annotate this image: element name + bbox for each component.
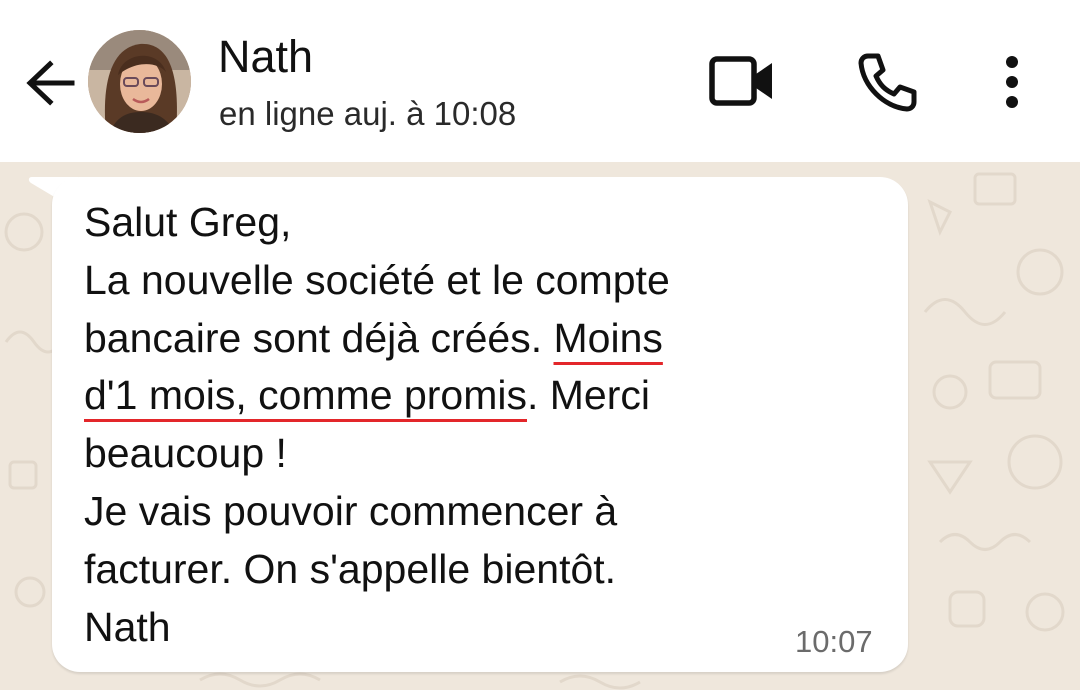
- message-line: beaucoup !: [84, 430, 287, 477]
- highlighted-text: d'1 mois, comme promis: [84, 372, 527, 419]
- message-text: Salut Greg, La nouvelle société et le co…: [84, 194, 884, 656]
- message-line: Je vais pouvoir commencer à: [84, 487, 618, 534]
- contact-name[interactable]: Nath: [218, 30, 313, 84]
- message-line: bancaire sont déjà créés. Moins: [84, 314, 663, 361]
- chat-header: Nath en ligne auj. à 10:08: [0, 0, 1080, 162]
- video-call-button[interactable]: [706, 52, 778, 112]
- video-camera-icon: [709, 56, 772, 106]
- message-line: d'1 mois, comme promis. Merci: [84, 372, 650, 419]
- message-line: Nath: [84, 603, 171, 650]
- phone-icon: [858, 53, 917, 112]
- contact-status: en ligne auj. à 10:08: [219, 95, 517, 132]
- voice-call-button[interactable]: [854, 50, 918, 114]
- avatar[interactable]: [88, 30, 191, 133]
- back-button[interactable]: [20, 52, 82, 114]
- highlighted-text: Moins: [553, 314, 663, 361]
- kebab-menu-icon: [1006, 56, 1018, 108]
- contact-photo: [88, 30, 191, 133]
- message-line: facturer. On s'appelle bientôt.: [84, 545, 617, 592]
- more-options-button[interactable]: [988, 50, 1036, 114]
- message-line: La nouvelle société et le compte: [84, 256, 670, 303]
- message-timestamp: 10:07: [795, 624, 873, 659]
- message-line: Salut Greg,: [84, 199, 292, 245]
- arrow-left-icon: [26, 60, 75, 106]
